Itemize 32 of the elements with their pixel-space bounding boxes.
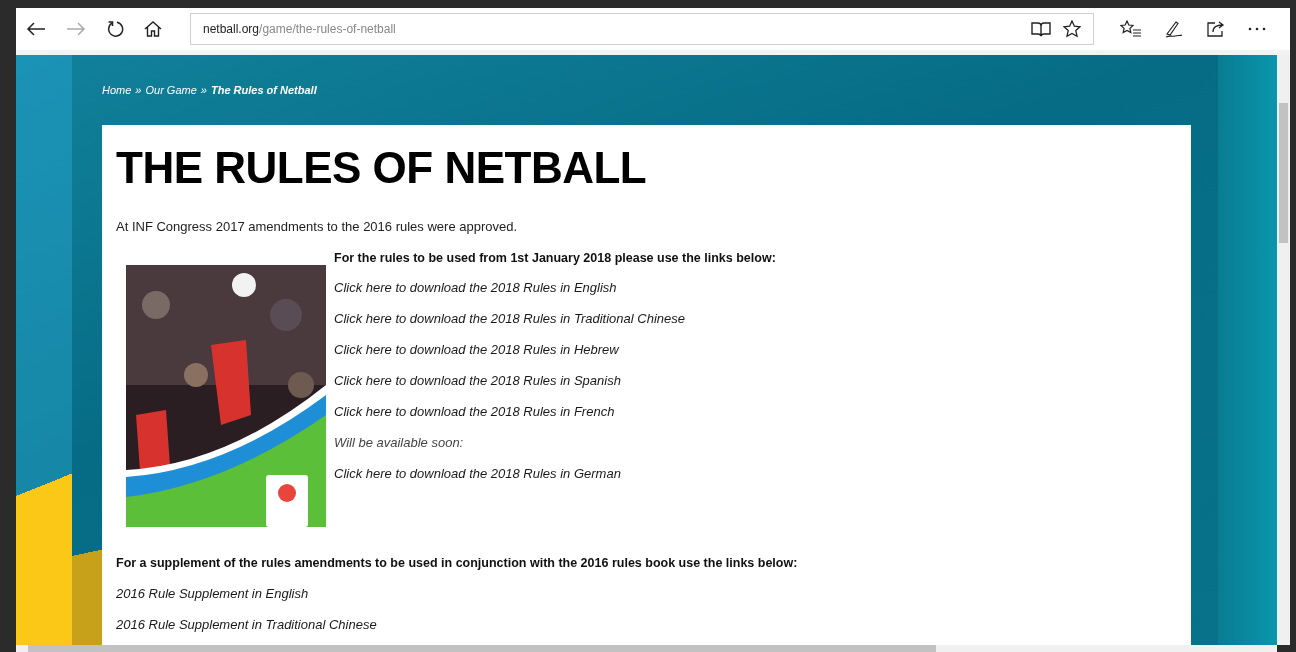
horizontal-scrollbar[interactable] (16, 645, 1277, 652)
download-link[interactable]: Click here to download the 2018 Rules in English (334, 280, 776, 296)
supplement-link[interactable]: 2016 Rule Supplement in Traditional Chinese (116, 617, 1177, 633)
scrollbar-thumb[interactable] (28, 645, 936, 652)
pen-icon[interactable] (1164, 20, 1184, 38)
scrollbar-thumb[interactable] (1279, 103, 1288, 243)
note-text: Will be available soon: (334, 435, 465, 451)
download-link[interactable]: Click here to download the 2018 Rules in Hebrew (334, 342, 776, 358)
breadcrumb-separator: » (135, 84, 142, 96)
favorites-list-icon[interactable] (1120, 20, 1142, 38)
download-link[interactable]: Click here to download the 2018 Rules in French (334, 404, 776, 420)
address-bar[interactable]: netball.org/game/the-rules-of-netball (190, 13, 1094, 45)
rules-heading: For the rules to be used from 1st January 2018 please use the links below: (334, 250, 776, 266)
supplement-link[interactable]: 2016 Rule Supplement in English (116, 586, 1177, 602)
supplement-heading: For a supplement of the rules amendments to be used in conjunction with the 2016 rules book use the links below: (116, 555, 799, 571)
home-icon[interactable] (144, 21, 162, 37)
book-icon[interactable] (1031, 21, 1051, 37)
refresh-icon[interactable] (106, 20, 124, 38)
page-title: THE RULES OF NETBALL (116, 143, 648, 193)
download-link[interactable]: Click here to download the 2018 Rules in German (334, 466, 776, 482)
share-icon[interactable] (1206, 20, 1226, 38)
star-icon[interactable] (1063, 20, 1081, 38)
breadcrumb-current: The Rules of Netball (210, 84, 317, 96)
back-icon[interactable] (26, 21, 46, 37)
breadcrumb-separator: » (200, 84, 207, 96)
more-icon[interactable] (1248, 27, 1266, 31)
download-link[interactable]: Click here to download the 2018 Rules in Traditional Chinese (334, 311, 776, 327)
breadcrumb-link[interactable]: Home (102, 84, 132, 96)
intro-text: At INF Congress 2017 amendments to the 2016 rules were approved. (116, 219, 519, 234)
vertical-scrollbar[interactable] (1277, 55, 1290, 645)
breadcrumb-link[interactable]: Our Game (145, 84, 197, 96)
download-link[interactable]: Click here to download the 2018 Rules in Spanish (334, 373, 776, 389)
